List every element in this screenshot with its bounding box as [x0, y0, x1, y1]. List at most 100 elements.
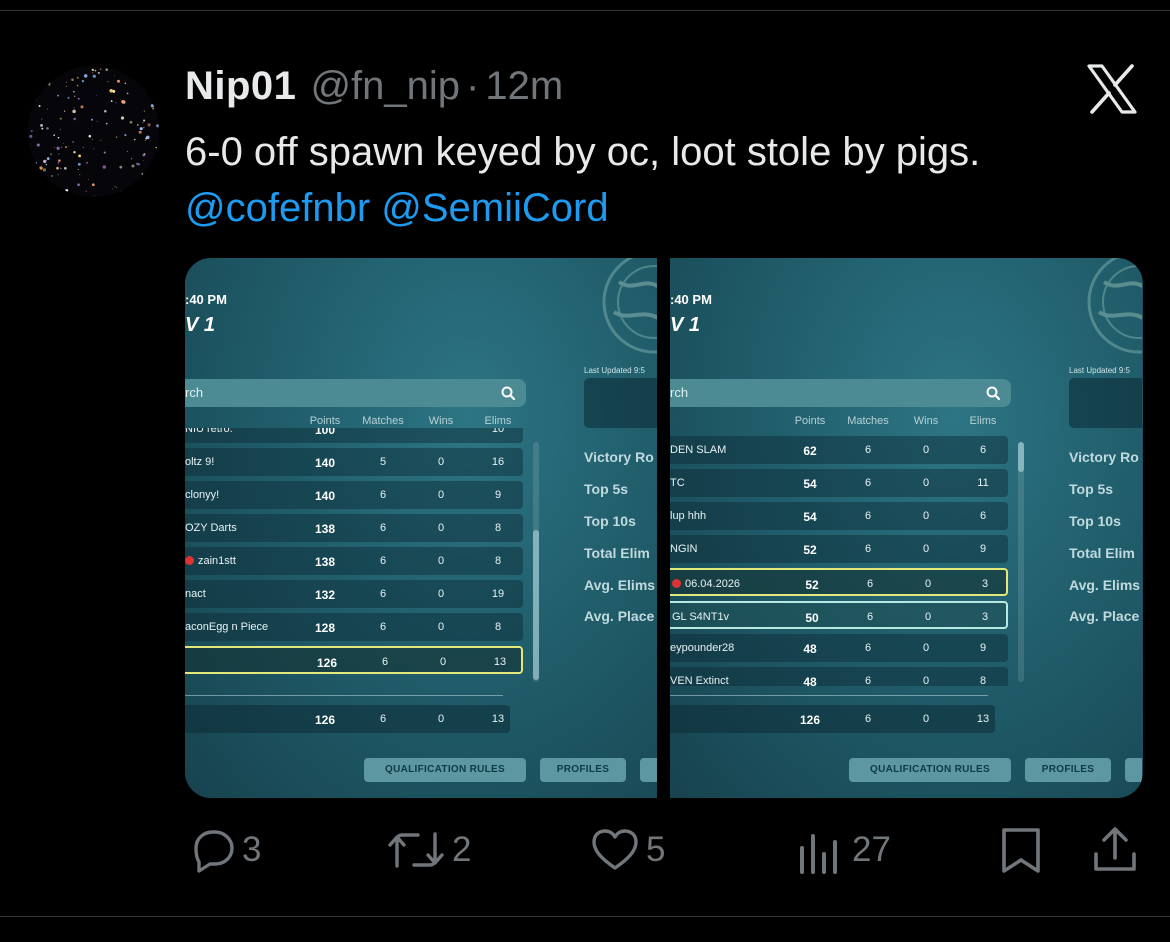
elims-cell: 8 — [494, 522, 502, 534]
wins-cell: 0 — [922, 543, 930, 555]
player-name: aconEgg n Piece — [185, 621, 268, 633]
views-bar-chart-icon — [800, 834, 837, 874]
matches-cell: 6 — [864, 510, 872, 522]
profiles-button[interactable]: PROFILES — [540, 758, 626, 782]
wins-cell: 0 — [437, 555, 445, 567]
leaderboard-scrollbar[interactable] — [1018, 442, 1024, 682]
leaderboard-row[interactable]: oltz 9! 140 5 0 16 — [185, 448, 523, 476]
mention-link[interactable]: @cofefnbr — [185, 186, 370, 230]
like-button[interactable]: 5 — [590, 826, 665, 874]
points-cell: 48 — [803, 675, 817, 686]
share-button[interactable] — [1090, 826, 1140, 874]
elims-cell: 16 — [491, 456, 505, 468]
leaderboard-row[interactable]: zain1stt 138 6 0 8 — [185, 547, 523, 575]
leaderboard-row[interactable]: GL S4NT1v 50 6 0 3 — [670, 601, 1008, 629]
leaderboard-row[interactable]: 126 6 0 13 — [185, 646, 523, 674]
leaderboard-list[interactable]: NIU retro. 100 10 oltz 9! 140 5 0 16 clo… — [185, 428, 525, 686]
more-button[interactable] — [640, 758, 657, 782]
player-name: NGIN — [670, 543, 698, 555]
scrollbar-thumb[interactable] — [533, 530, 539, 680]
top-divider — [0, 10, 1170, 11]
bookmark-button[interactable] — [996, 826, 1046, 874]
leaderboard-row[interactable]: DEN SLAM 62 6 0 6 — [670, 436, 1008, 464]
leaderboard-row[interactable]: NIU retro. 100 10 — [185, 428, 523, 443]
author-name[interactable]: Nip01 — [185, 64, 296, 109]
player-name: lup hhh — [670, 510, 706, 522]
tweet-media[interactable]: :40 PM V 1 rch Points Matches Wins Elims… — [185, 258, 1143, 798]
elims-cell: 19 — [491, 588, 505, 600]
matches-cell: 6 — [379, 522, 387, 534]
mention-link[interactable]: @SemiiCord — [381, 186, 608, 230]
views-button[interactable]: 27 — [796, 826, 891, 874]
player-name: clonyy! — [185, 489, 219, 501]
bookmark-icon — [1002, 828, 1040, 873]
avatar[interactable] — [28, 66, 159, 197]
qualification-rules-button[interactable]: QUALIFICATION RULES — [849, 758, 1011, 782]
elims-cell: 13 — [491, 713, 505, 725]
leaderboard-search-input[interactable]: rch — [185, 379, 526, 407]
elims-cell: 10 — [491, 428, 505, 435]
stats-summary-box — [1069, 378, 1142, 428]
scrollbar-thumb[interactable] — [1018, 442, 1024, 472]
player-name-text: zain1stt — [198, 555, 236, 567]
leaderboard-row[interactable]: 06.04.2026 52 6 0 3 — [670, 568, 1008, 596]
reply-button[interactable]: 3 — [186, 826, 261, 874]
last-updated-text: Last Updated 9:5 — [584, 366, 645, 375]
points-cell: 100 — [314, 428, 336, 437]
matches-cell: 6 — [866, 578, 874, 590]
player-name-text: GL S4NT1v — [672, 611, 730, 623]
leaderboard-row[interactable]: VEN Extinct 48 6 0 8 — [670, 667, 1008, 686]
tweet-text: 6-0 off spawn keyed by oc, loot stole by… — [185, 124, 1145, 236]
elims-cell: 13 — [976, 713, 990, 725]
profiles-button[interactable]: PROFILES — [1025, 758, 1111, 782]
leaderboard-list[interactable]: DEN SLAM 62 6 0 6 TC 54 6 0 11 lup hhh 5… — [670, 428, 1010, 686]
repost-button[interactable]: 2 — [386, 826, 471, 874]
leaderboard-row[interactable]: OZY Darts 138 6 0 8 — [185, 514, 523, 542]
leaderboard-scrollbar[interactable] — [533, 442, 539, 682]
timestamp[interactable]: 12m — [485, 64, 563, 109]
x-logo-icon[interactable] — [1086, 64, 1138, 114]
my-stats-row[interactable]: 126 6 0 13 — [670, 705, 995, 733]
wins-cell: 0 — [437, 456, 445, 468]
points-cell: 52 — [803, 543, 817, 557]
globe-decoration-icon — [602, 258, 657, 354]
separator-dot: · — [466, 64, 480, 108]
points-cell: 48 — [803, 642, 817, 656]
action-bar: 3 2 5 27 — [0, 826, 1170, 876]
like-count: 5 — [646, 830, 666, 869]
leaderboard-row[interactable]: nact 132 6 0 19 — [185, 580, 523, 608]
header-points: Points — [794, 415, 826, 427]
qualification-rules-button[interactable]: QUALIFICATION RULES — [364, 758, 526, 782]
event-title: V 1 — [670, 314, 701, 336]
leaderboard-row[interactable]: eypounder28 48 6 0 9 — [670, 634, 1008, 662]
leaderboard-row[interactable]: clonyy! 140 6 0 9 — [185, 481, 523, 509]
author-handle[interactable]: @fn_nip — [310, 64, 460, 109]
elims-cell: 3 — [981, 578, 989, 590]
globe-decoration-icon — [1087, 258, 1142, 354]
matches-cell: 6 — [379, 621, 387, 633]
leaderboard-row[interactable]: TC 54 6 0 11 — [670, 469, 1008, 497]
search-placeholder: rch — [670, 385, 689, 400]
elims-cell: 3 — [981, 611, 989, 623]
tweet-body: 6-0 off spawn keyed by oc, loot stole by… — [185, 130, 981, 174]
leaderboard-row[interactable]: aconEgg n Piece 128 6 0 8 — [185, 613, 523, 641]
my-stats-row[interactable]: 126 6 0 13 — [185, 705, 510, 733]
event-title: V 1 — [185, 314, 216, 336]
elims-cell: 8 — [494, 621, 502, 633]
leaderboard-row[interactable]: NGIN 52 6 0 9 — [670, 535, 1008, 563]
matches-cell: 6 — [864, 444, 872, 456]
matches-cell: 6 — [864, 675, 872, 686]
tweet-header: Nip01 @fn_nip · 12m — [185, 64, 563, 109]
wins-cell: 0 — [922, 642, 930, 654]
leaderboard-row[interactable]: lup hhh 54 6 0 6 — [670, 502, 1008, 530]
stat-label: Top 10s — [1069, 513, 1121, 529]
leaderboard-search-input[interactable]: rch — [670, 379, 1011, 407]
matches-cell: 6 — [864, 642, 872, 654]
leaderboard-screenshot: :40 PM V 1 rch Points Matches Wins Elims… — [185, 258, 657, 798]
more-button[interactable] — [1125, 758, 1142, 782]
search-icon — [986, 386, 1001, 401]
wins-cell: 0 — [437, 489, 445, 501]
stat-label: Avg. Place — [1069, 608, 1140, 624]
points-cell: 140 — [314, 456, 336, 470]
points-cell: 54 — [803, 510, 817, 524]
